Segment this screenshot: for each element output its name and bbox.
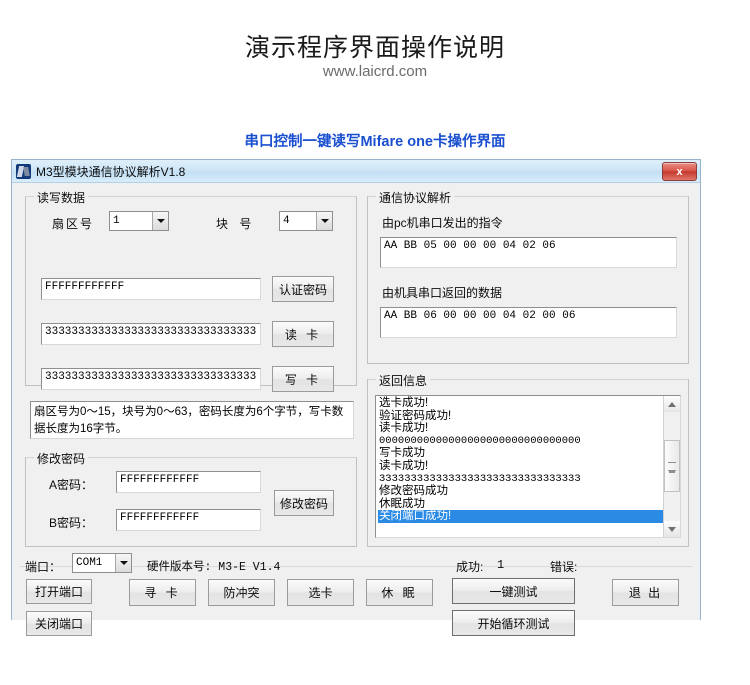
error-label: 错误: — [550, 560, 578, 574]
list-item[interactable]: 33333333333333333333333333333333 — [378, 473, 663, 486]
list-item[interactable]: 关闭端口成功! — [378, 510, 663, 523]
select-card-button[interactable]: 选卡 — [287, 579, 354, 606]
open-port-button[interactable]: 打开端口 — [26, 579, 92, 604]
chevron-down-icon[interactable] — [316, 212, 332, 230]
password-b-label: B密码： — [49, 516, 94, 530]
list-item[interactable]: 选卡成功! — [378, 397, 663, 410]
received-data-label: 由机具串口返回的数据 — [382, 286, 503, 300]
block-value: 4 — [283, 215, 290, 227]
success-count: 1 — [497, 558, 505, 572]
window-title: M3型模块通信协议解析V1.8 — [36, 164, 186, 179]
section-caption: 串口控制一键读写Mifare one卡操作界面 — [244, 134, 506, 150]
sector-select[interactable]: 1 — [109, 211, 169, 231]
sector-value: 1 — [113, 215, 120, 227]
return-info-group-legend: 返回信息 — [376, 372, 431, 389]
list-item[interactable]: 写卡成功 — [378, 447, 663, 460]
scroll-down-icon[interactable] — [664, 521, 680, 537]
one-key-test-button[interactable]: 一键测试 — [452, 578, 575, 604]
anticollision-button[interactable]: 防冲突 — [208, 579, 275, 606]
list-item[interactable]: 休眠成功 — [378, 498, 663, 511]
app-icon — [16, 163, 31, 179]
list-item[interactable]: 验证密码成功! — [378, 410, 663, 423]
app-window: M3型模块通信协议解析V1.8 x 读写数据 扇区号 1 块 号 4 FFFFF… — [11, 159, 701, 636]
return-info-list[interactable]: 选卡成功! 验证密码成功! 读卡成功! 00000000000000000000000… — [376, 396, 663, 537]
scroll-up-icon[interactable] — [664, 396, 680, 412]
loop-test-button[interactable]: 开始循环测试 — [452, 610, 575, 636]
list-item[interactable]: 修改密码成功 — [378, 485, 663, 498]
auth-key-button[interactable]: 认证密码 — [272, 276, 334, 302]
list-item[interactable]: 读卡成功! — [378, 460, 663, 473]
password-a-input[interactable]: FFFFFFFFFFFF — [116, 471, 261, 493]
close-icon[interactable]: x — [662, 162, 697, 181]
port-value: COM1 — [76, 557, 103, 569]
return-info-listbox[interactable]: 选卡成功! 验证密码成功! 读卡成功! 00000000000000000000000… — [375, 395, 681, 538]
page-url: www.laicrd.com — [322, 63, 428, 80]
auth-key-input[interactable]: FFFFFFFFFFFF — [41, 278, 261, 300]
list-item[interactable]: 读卡成功! — [378, 422, 663, 435]
write-card-button[interactable]: 写 卡 — [272, 366, 334, 392]
chevron-down-icon[interactable] — [115, 554, 131, 572]
password-b-input[interactable]: FFFFFFFFFFFF — [116, 509, 261, 531]
list-item[interactable]: 00000000000000000000000000000000 — [378, 435, 663, 448]
block-label-text: 块 号 — [216, 217, 256, 231]
success-label: 成功: — [456, 560, 484, 574]
read-data-input[interactable]: 33333333333333333333333333333333 — [41, 323, 261, 345]
hardware-version: 硬件版本号: M3-E V1.4 — [147, 561, 281, 574]
password-a-label: A密码： — [49, 478, 94, 492]
sleep-button[interactable]: 休 眠 — [366, 579, 433, 606]
block-select[interactable]: 4 — [279, 211, 333, 231]
close-port-button[interactable]: 关闭端口 — [26, 611, 92, 636]
port-select[interactable]: COM1 — [72, 553, 132, 573]
read-write-group-legend: 读写数据 — [34, 189, 89, 206]
sent-command-output: AA BB 05 00 00 00 04 02 06 — [380, 237, 677, 268]
protocol-group-legend: 通信协议解析 — [376, 189, 455, 206]
port-label: 端口： — [25, 560, 62, 574]
modify-password-button[interactable]: 修改密码 — [274, 490, 334, 516]
write-data-input[interactable]: 33333333333333333333333333333333 — [41, 368, 261, 390]
return-info-scrollbar[interactable] — [663, 396, 680, 537]
find-card-button[interactable]: 寻 卡 — [129, 579, 196, 606]
chevron-down-icon[interactable] — [152, 212, 168, 230]
window-titlebar: M3型模块通信协议解析V1.8 x — [12, 160, 700, 183]
sector-label: 扇区号 — [52, 217, 95, 231]
sent-command-label: 由pc机串口发出的指令 — [382, 216, 503, 230]
modify-password-group-legend: 修改密码 — [34, 450, 89, 467]
hint-text: 扇区号为0～15，块号为0～63，密码长度为6个字节，写卡数据长度为16字节。 — [30, 401, 354, 439]
read-card-button[interactable]: 读 卡 — [272, 321, 334, 347]
block-label: 块 号 — [216, 215, 255, 232]
scrollbar-thumb[interactable] — [664, 440, 680, 492]
page-title: 演示程序界面操作说明 — [244, 34, 505, 62]
exit-button[interactable]: 退 出 — [612, 579, 679, 606]
window-client-area: 读写数据 扇区号 1 块 号 4 FFFFFFFFFFFF 认证密码 33333… — [12, 183, 700, 636]
received-data-output: AA BB 06 00 00 00 04 02 00 06 — [380, 307, 677, 338]
